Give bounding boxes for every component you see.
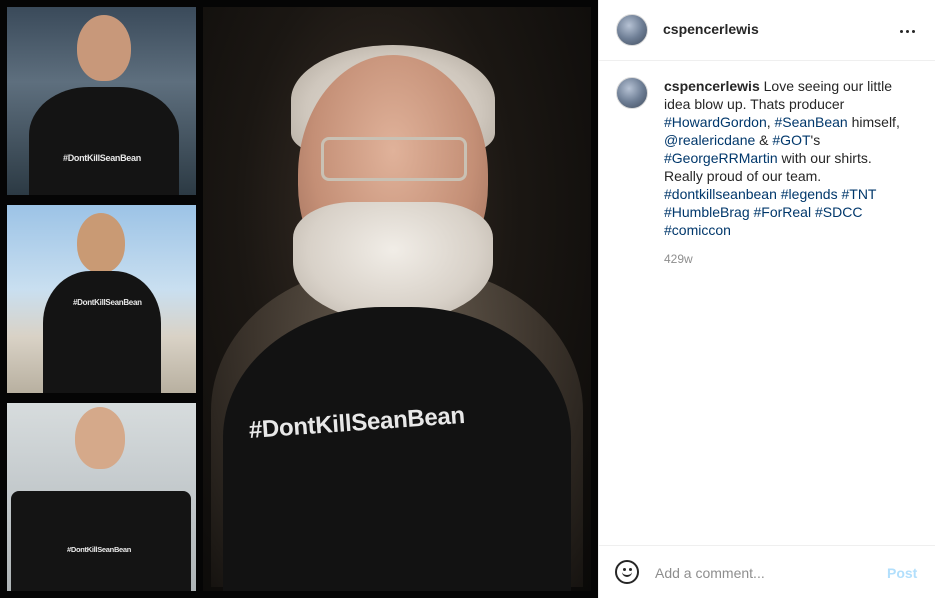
shirt-slogan: #DontKillSeanBean xyxy=(67,545,132,554)
person-head xyxy=(77,15,131,81)
caption-segments: Love seeing our little idea blow up. Tha… xyxy=(664,78,900,238)
caption-text: cspencerlewis Love seeing our little ide… xyxy=(664,77,904,239)
more-horizontal-icon-dot xyxy=(911,29,915,33)
post-timestamp[interactable]: 429w xyxy=(664,252,920,266)
smiley-eye xyxy=(623,568,626,571)
caption-author-avatar[interactable] xyxy=(616,77,648,109)
post-comment-button[interactable]: Post xyxy=(887,565,917,581)
hashtag-link[interactable]: #HumbleBrag xyxy=(664,204,750,220)
mention-link[interactable]: @realericdane xyxy=(664,132,755,148)
smiley-mouth xyxy=(622,572,632,577)
collage-photo-george-rr-martin: #DontKillSeanBean xyxy=(203,7,591,591)
person-beard xyxy=(293,202,493,322)
more-horizontal-icon xyxy=(899,29,903,33)
author-avatar[interactable] xyxy=(616,14,648,46)
shirt-slogan: #DontKillSeanBean xyxy=(73,298,142,307)
more-horizontal-icon-dot xyxy=(905,29,909,33)
person-shirt xyxy=(43,271,161,393)
hashtag-link[interactable]: #GeorgeRRMartin xyxy=(664,150,778,166)
post-media[interactable]: #DontKillSeanBean #DontKillSeanBean #Don… xyxy=(0,0,598,598)
person-shirt xyxy=(29,87,179,195)
hashtag-link[interactable]: #HowardGordon xyxy=(664,114,767,130)
hashtag-link[interactable]: #SeanBean xyxy=(775,114,848,130)
hashtag-link[interactable]: #dontkillseanbean xyxy=(664,186,777,202)
shirt-slogan: #DontKillSeanBean xyxy=(63,153,141,163)
post-header: cspencerlewis xyxy=(599,0,935,61)
author-username[interactable]: cspencerlewis xyxy=(663,21,759,37)
smiley-icon[interactable] xyxy=(615,560,639,584)
person-shirt xyxy=(223,307,571,591)
hashtag-link[interactable]: #TNT xyxy=(841,186,876,202)
comment-input[interactable] xyxy=(655,562,875,584)
hashtag-link[interactable]: #ForReal xyxy=(754,204,812,220)
comment-bar: Post xyxy=(599,545,935,598)
photo-collage: #DontKillSeanBean #DontKillSeanBean #Don… xyxy=(0,0,598,598)
collage-photo-howard-gordon: #DontKillSeanBean xyxy=(7,7,196,195)
hashtag-link[interactable]: #SDCC xyxy=(815,204,862,220)
hashtag-link[interactable]: #comiccon xyxy=(664,222,731,238)
caption-text-segment: himself, xyxy=(847,114,900,130)
person-glasses xyxy=(321,137,467,181)
post-caption: cspencerlewis Love seeing our little ide… xyxy=(599,61,935,266)
hashtag-link[interactable]: #GOT xyxy=(772,132,810,148)
collage-photo-sean-bean: #DontKillSeanBean xyxy=(7,205,196,393)
post-sidebar: cspencerlewis cspencerlewis Love seeing … xyxy=(598,0,935,598)
person-head xyxy=(77,213,125,273)
caption-text-segment: & xyxy=(755,132,773,148)
collage-photo-eric-dane: #DontKillSeanBean xyxy=(7,403,196,591)
hashtag-link[interactable]: #legends xyxy=(781,186,838,202)
more-options-button[interactable] xyxy=(895,19,919,43)
smiley-eye xyxy=(629,568,632,571)
caption-text-segment: 's xyxy=(810,132,821,148)
person-head xyxy=(75,407,125,469)
caption-username[interactable]: cspencerlewis xyxy=(664,78,760,94)
held-shirt xyxy=(11,491,191,591)
caption-text-segment: , xyxy=(766,114,775,130)
